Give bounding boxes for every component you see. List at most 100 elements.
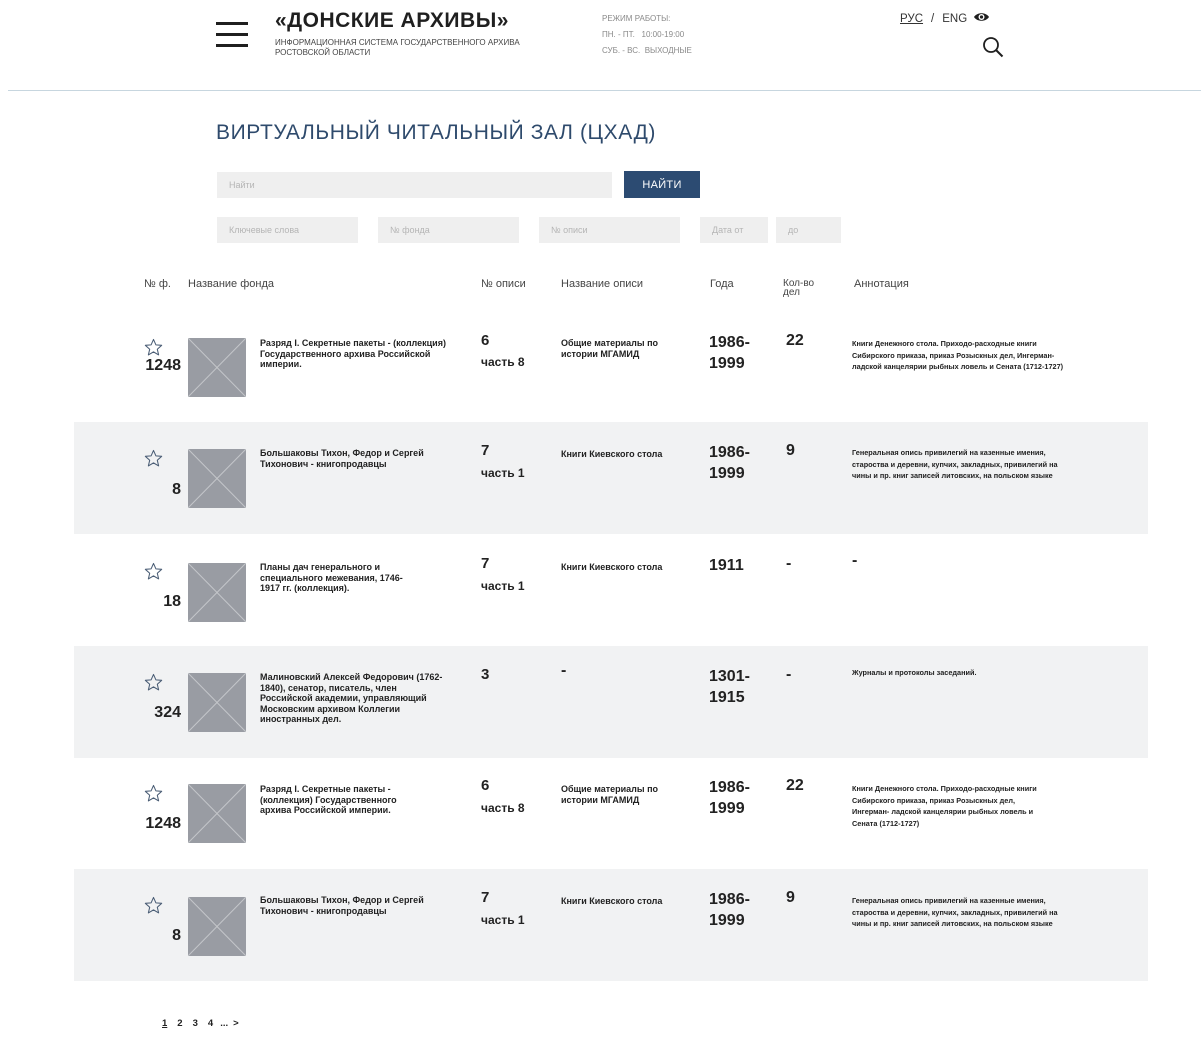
image-placeholder-icon[interactable] <box>188 449 246 508</box>
opis-number: 6 <box>481 777 490 794</box>
years-range: 1986-1999 <box>709 891 750 929</box>
column-header-fond-name[interactable]: Название фонда <box>188 278 274 290</box>
table-row[interactable]: 8 Большаковы Тихон, Федор и Сергей Тихон… <box>74 869 1148 981</box>
hours-weekend: СУБ. - ВС. ВЫХОДНЫЕ <box>602 46 692 55</box>
table-row[interactable]: 18 Планы дач генерального и специального… <box>74 535 1148 647</box>
annotation-text: Журналы и протоколы заседаний. <box>852 668 977 677</box>
opis-name: Общие материалы по истории МГАМИД <box>561 338 659 359</box>
case-count: - <box>786 666 792 683</box>
fond-name-link[interactable]: Малиновский Алексей Федорович (1762-1840… <box>260 672 450 725</box>
table-row[interactable]: 1248 Разряд I. Секретные пакеты - (колле… <box>74 323 1148 435</box>
star-outline-icon[interactable] <box>144 896 163 915</box>
image-placeholder-icon[interactable] <box>188 897 246 956</box>
annotation-text: Генеральная опись привилегий на казенные… <box>852 448 1058 480</box>
opis-number-input[interactable] <box>539 217 680 243</box>
page-link-2[interactable]: 2 <box>177 1018 182 1029</box>
search-input[interactable] <box>217 172 612 198</box>
column-header-count[interactable]: Кол-во дел <box>783 279 814 298</box>
fond-number-input[interactable] <box>378 217 519 243</box>
search-icon[interactable] <box>982 36 1004 58</box>
fond-number: 1248 <box>145 357 181 374</box>
lang-ru-link[interactable]: РУС <box>900 13 923 25</box>
column-header-years[interactable]: Года <box>710 278 734 290</box>
hours-label: РЕЖИМ РАБОТЫ: <box>602 14 671 23</box>
opis-part: часть 1 <box>481 913 525 927</box>
table-row[interactable]: 1248 Разряд I. Секретные пакеты - (колле… <box>74 757 1148 869</box>
lang-en-link[interactable]: ENG <box>942 13 967 25</box>
keywords-input[interactable] <box>217 217 358 243</box>
years-range: 1986-1999 <box>709 444 750 482</box>
column-header-count-line2: дел <box>783 287 800 298</box>
page-link-1[interactable]: 1 <box>162 1018 167 1029</box>
annotation-text: Книги Денежного стола. Приходо-расходные… <box>852 784 1037 828</box>
column-header-fond-no[interactable]: № ф. <box>144 278 171 290</box>
column-header-opis-no[interactable]: № описи <box>481 278 526 290</box>
case-count: 22 <box>786 332 804 349</box>
opis-name: Книги Киевского стола <box>561 449 663 459</box>
fond-number: 8 <box>172 927 181 944</box>
hours-weekdays: ПН. - ПТ. 10:00-19:00 <box>602 30 685 39</box>
opis-part: часть 8 <box>481 355 525 369</box>
annotation-text: - <box>852 552 858 569</box>
table-row[interactable]: 8 Большаковы Тихон, Федор и Сергей Тихон… <box>74 422 1148 534</box>
site-subtitle: ИНФОРМАЦИОННАЯ СИСТЕМА ГОСУДАРСТВЕННОГО … <box>275 38 520 58</box>
pagination: 1 2 3 4 ... > <box>162 1018 239 1029</box>
site-subtitle-line2: РОСТОВСКОЙ ОБЛАСТИ <box>275 48 371 57</box>
fond-number: 8 <box>172 481 181 498</box>
opis-number: 7 <box>481 555 490 572</box>
date-from-input[interactable] <box>700 217 768 243</box>
fond-number: 18 <box>163 593 181 610</box>
fond-name-link[interactable]: Разряд I. Секретные пакеты - (коллекция)… <box>260 338 460 370</box>
years-range: 1986-1999 <box>709 779 750 817</box>
table-row[interactable]: 324 Малиновский Алексей Федорович (1762-… <box>74 646 1148 758</box>
case-count: 9 <box>786 889 795 906</box>
language-switcher: РУС / ENG <box>900 11 990 26</box>
opis-number: 3 <box>481 666 490 683</box>
column-header-opis-name[interactable]: Название описи <box>561 278 643 290</box>
opis-number: 7 <box>481 889 490 906</box>
image-placeholder-icon[interactable] <box>188 563 246 622</box>
star-outline-icon[interactable] <box>144 562 163 581</box>
fond-name-link[interactable]: Большаковы Тихон, Федор и Сергей Тихонов… <box>260 448 460 469</box>
opis-name: Книги Киевского стола <box>561 562 663 572</box>
header-divider <box>8 90 1201 91</box>
page-link-3[interactable]: 3 <box>193 1018 198 1029</box>
site-title: «ДОНСКИЕ АРХИВЫ» <box>275 9 509 32</box>
eye-icon[interactable] <box>973 11 990 26</box>
search-button[interactable]: НАЙТИ <box>624 171 700 198</box>
star-outline-icon[interactable] <box>144 784 163 803</box>
star-outline-icon[interactable] <box>144 338 163 357</box>
star-outline-icon[interactable] <box>144 449 163 468</box>
column-header-annotation[interactable]: Аннотация <box>854 278 909 290</box>
fond-name-link[interactable]: Планы дач генерального и специального ме… <box>260 562 410 594</box>
star-outline-icon[interactable] <box>144 673 163 692</box>
years-range: 1911 <box>709 557 744 574</box>
case-count: - <box>786 555 792 572</box>
hamburger-menu-icon[interactable] <box>216 22 248 48</box>
opis-part: часть 1 <box>481 466 525 480</box>
fond-number: 324 <box>154 704 181 721</box>
working-hours: РЕЖИМ РАБОТЫ: ПН. - ПТ. 10:00-19:00 СУБ.… <box>602 13 692 61</box>
page-ellipsis: ... <box>220 1018 229 1029</box>
next-page-link[interactable]: > <box>233 1018 239 1029</box>
opis-name: Книги Киевского стола <box>561 896 663 906</box>
fond-name-link[interactable]: Большаковы Тихон, Федор и Сергей Тихонов… <box>260 895 460 916</box>
years-range: 1986-1999 <box>709 334 750 372</box>
site-subtitle-line1: ИНФОРМАЦИОННАЯ СИСТЕМА ГОСУДАРСТВЕННОГО … <box>275 38 520 47</box>
page-title: ВИРТУАЛЬНЫЙ ЧИТАЛЬНЫЙ ЗАЛ (ЦХАД) <box>216 121 656 144</box>
image-placeholder-icon[interactable] <box>188 338 246 397</box>
case-count: 9 <box>786 442 795 459</box>
page-link-4[interactable]: 4 <box>208 1018 213 1029</box>
fond-name-link[interactable]: Разряд I. Секретные пакеты - (коллекция)… <box>260 784 430 816</box>
image-placeholder-icon[interactable] <box>188 784 246 843</box>
opis-number: 6 <box>481 332 490 349</box>
opis-part: часть 8 <box>481 801 525 815</box>
image-placeholder-icon[interactable] <box>188 673 246 732</box>
opis-part: часть 1 <box>481 579 525 593</box>
case-count: 22 <box>786 777 804 794</box>
opis-name: Общие материалы по истории МГАМИД <box>561 784 659 805</box>
opis-number: 7 <box>481 442 490 459</box>
date-to-input[interactable] <box>776 217 841 243</box>
lang-separator: / <box>931 12 935 25</box>
years-range: 1301-1915 <box>709 668 750 706</box>
